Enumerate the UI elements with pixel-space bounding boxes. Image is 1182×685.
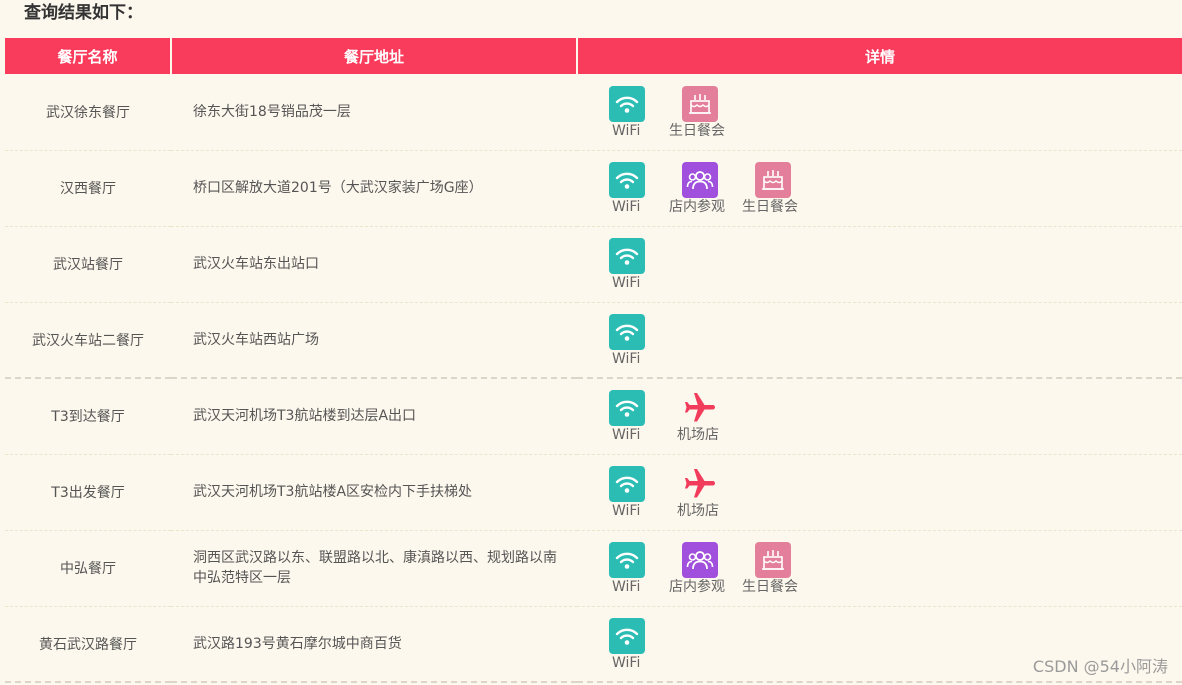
wifi-icon: [609, 162, 645, 198]
table-header-row: 餐厅名称 餐厅地址 详情: [5, 38, 1182, 74]
feature-label: WiFi: [612, 122, 641, 139]
feature-label: 机场店: [677, 503, 719, 519]
wifi-icon: [609, 466, 645, 502]
feature-wifi[interactable]: WiFi: [609, 238, 682, 292]
feature-label: WiFi: [612, 275, 641, 291]
wifi-icon: [609, 390, 645, 427]
restaurant-features: WiFi 店内参观 生日餐会: [577, 150, 1182, 227]
feature-wifi[interactable]: WiFi: [609, 313, 682, 368]
airplane-icon: [682, 390, 718, 426]
table-row: 黄石武汉路餐厅 武汉路193号黄石摩尔城中商百货 WiFi: [5, 606, 1182, 683]
feature-list: WiFi 店内参观 生日餐会: [609, 540, 1182, 596]
feature-birthday[interactable]: 生日餐会: [742, 162, 828, 216]
feature-airport[interactable]: 机场店: [677, 390, 755, 444]
feature-label: 店内参观: [669, 199, 725, 215]
table-row: 武汉站餐厅 武汉火车站东出站口 WiFi: [5, 226, 1182, 303]
watermark: CSDN @54小阿涛: [1032, 657, 1168, 676]
restaurant-address: 桥口区解放大道201号（大武汉家装广场G座）: [171, 150, 577, 227]
wifi-icon: [609, 542, 645, 578]
feature-birthday[interactable]: 生日餐会: [742, 542, 828, 596]
column-header-address[interactable]: 餐厅地址: [170, 38, 577, 74]
feature-label: WiFi: [612, 654, 641, 671]
table-row: 武汉火车站二餐厅 武汉火车站西站广场 WiFi: [5, 302, 1182, 379]
column-header-details[interactable]: 详情: [576, 38, 1182, 74]
restaurant-name: 黄石武汉路餐厅: [5, 606, 171, 683]
restaurant-name: 汉西餐厅: [5, 150, 171, 227]
feature-label: 生日餐会: [742, 579, 798, 595]
feature-airport[interactable]: 机场店: [677, 466, 755, 520]
wifi-icon: [609, 313, 645, 350]
feature-list: WiFi 店内参观 生日餐会: [609, 160, 1182, 216]
feature-label: WiFi: [612, 579, 641, 595]
group-icon: [682, 162, 718, 198]
table-row: 汉西餐厅 桥口区解放大道201号（大武汉家装广场G座） WiFi 店内参观 生日餐会: [5, 150, 1182, 227]
feature-label: 生日餐会: [742, 199, 798, 215]
feature-birthday[interactable]: 生日餐会: [669, 85, 755, 140]
group-icon: [682, 542, 718, 578]
feature-list: WiFi: [609, 236, 1182, 292]
restaurant-features: WiFi 店内参观 生日餐会: [577, 530, 1182, 607]
table-row: 武汉徐东餐厅 徐东大街18号销品茂一层 WiFi 生日餐会: [5, 74, 1182, 151]
page-title: 查询结果如下：: [24, 3, 143, 23]
restaurant-features: WiFi: [577, 302, 1182, 379]
feature-label: WiFi: [612, 427, 641, 444]
restaurant-name: 武汉站餐厅: [5, 226, 171, 303]
feature-label: WiFi: [612, 503, 641, 519]
cake-icon: [755, 162, 791, 198]
feature-label: 店内参观: [669, 579, 725, 595]
restaurant-address: 武汉天河机场T3航站楼到达层A出口: [171, 378, 577, 455]
restaurant-address: 洞西区武汉路以东、联盟路以北、康滇路以西、规划路以南中弘范特区一层: [171, 530, 577, 607]
feature-wifi[interactable]: WiFi: [609, 466, 682, 520]
column-header-name[interactable]: 餐厅名称: [5, 38, 171, 74]
airplane-icon: [682, 466, 718, 502]
restaurant-name: T3出发餐厅: [5, 454, 171, 531]
feature-list: WiFi 机场店: [609, 388, 1182, 444]
restaurant-name: 中弘餐厅: [5, 530, 171, 607]
cake-icon: [755, 542, 791, 578]
feature-label: 生日餐会: [669, 122, 725, 139]
table-row: 中弘餐厅 洞西区武汉路以东、联盟路以北、康滇路以西、规划路以南中弘范特区一层 WiF…: [5, 530, 1182, 607]
wifi-icon: [609, 617, 645, 654]
restaurant-name: 武汉火车站二餐厅: [5, 302, 171, 379]
restaurant-address: 徐东大街18号销品茂一层: [171, 74, 577, 151]
restaurant-features: WiFi 机场店: [577, 454, 1182, 531]
wifi-icon: [609, 85, 645, 122]
restaurant-features: WiFi: [577, 226, 1182, 303]
restaurant-features: WiFi 机场店: [577, 378, 1182, 455]
restaurant-address: 武汉火车站东出站口: [171, 226, 577, 303]
restaurant-address: 武汉火车站西站广场: [171, 302, 577, 379]
feature-list: WiFi: [609, 312, 1182, 368]
feature-label: WiFi: [612, 199, 641, 215]
restaurant-address: 武汉路193号黄石摩尔城中商百货: [171, 606, 577, 683]
wifi-icon: [609, 238, 645, 274]
table-row: T3出发餐厅 武汉天河机场T3航站楼A区安检内下手扶梯处 WiFi 机场店: [5, 454, 1182, 531]
feature-list: WiFi 生日餐会: [609, 84, 1182, 140]
restaurant-name: T3到达餐厅: [5, 378, 171, 455]
restaurant-name: 武汉徐东餐厅: [5, 74, 171, 151]
feature-label: 机场店: [677, 427, 719, 444]
table-row: T3到达餐厅 武汉天河机场T3航站楼到达层A出口 WiFi 机场店: [5, 378, 1182, 455]
restaurant-address: 武汉天河机场T3航站楼A区安检内下手扶梯处: [171, 454, 577, 531]
restaurant-features: WiFi 生日餐会: [577, 74, 1182, 151]
feature-list: WiFi 机场店: [609, 464, 1182, 520]
results-table: 餐厅名称 餐厅地址 详情 武汉徐东餐厅 徐东大街18号销品茂一层 WiFi 生日餐会汉…: [5, 38, 1182, 683]
feature-wifi[interactable]: WiFi: [609, 617, 682, 672]
feature-wifi[interactable]: WiFi: [609, 390, 682, 444]
feature-label: WiFi: [612, 350, 641, 367]
cake-icon: [682, 85, 718, 122]
